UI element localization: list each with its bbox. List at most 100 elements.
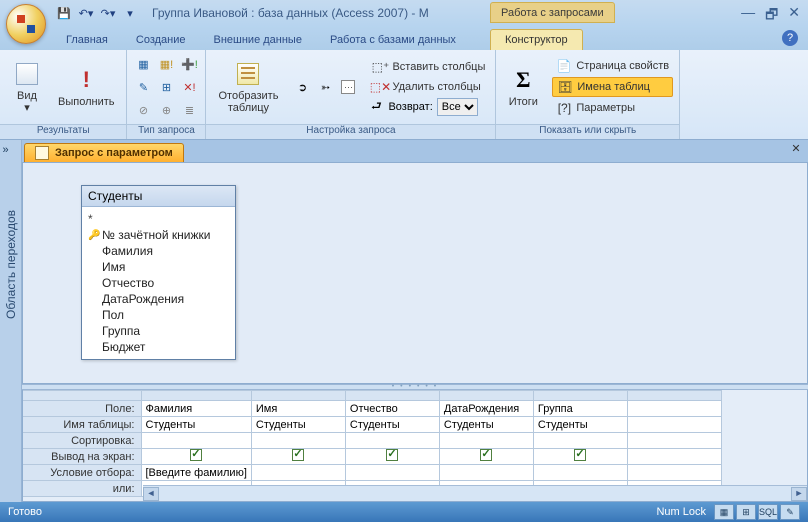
property-sheet-button[interactable]: 📄 Страница свойств — [552, 57, 673, 75]
return-select[interactable]: Все — [437, 98, 478, 116]
grid-cell[interactable] — [439, 449, 533, 465]
grid-row-header: Имя таблицы: — [23, 417, 141, 433]
grid-cell[interactable]: [Введите фамилию] — [141, 465, 251, 481]
field-item[interactable]: Отчество — [84, 275, 233, 291]
grid-cell[interactable]: Отчество — [345, 401, 439, 417]
redo-icon[interactable]: ↷▾ — [100, 5, 116, 21]
column-selector[interactable] — [141, 391, 251, 401]
restore-button[interactable]: 🗗 — [765, 4, 778, 28]
grid-cell[interactable]: Фамилия — [141, 401, 251, 417]
grid-cell[interactable]: Группа — [533, 401, 627, 417]
show-table-button[interactable]: Отобразить таблицу — [212, 58, 284, 116]
design-surface[interactable]: Студенты *🔑№ зачётной книжкиФамилияИмяОт… — [22, 162, 808, 384]
grid-cell[interactable]: Студенты — [251, 417, 345, 433]
make-table-icon[interactable]: ▦! — [156, 54, 176, 74]
save-icon[interactable]: 💾 — [56, 5, 72, 21]
column-selector[interactable] — [345, 391, 439, 401]
table-names-icon: 🗄 — [557, 79, 573, 95]
table-names-button[interactable]: 🗄 Имена таблиц — [552, 77, 673, 97]
delete-query-icon[interactable]: ✕! — [179, 77, 199, 97]
undo-icon[interactable]: ↶▾ — [78, 5, 94, 21]
field-item[interactable]: Имя — [84, 259, 233, 275]
grid-cell[interactable] — [141, 449, 251, 465]
passthrough-query-icon[interactable]: ⊕ — [156, 100, 176, 120]
qbQBE-grid[interactable]: Поле:ФамилияИмяОтчествоДатаРожденияГрупп… — [22, 390, 808, 502]
field-item[interactable]: Бюджет — [84, 339, 233, 355]
append-query-icon[interactable]: ➕! — [179, 54, 199, 74]
insert-rows-icon[interactable]: ➲ — [292, 77, 312, 97]
column-selector[interactable] — [627, 391, 721, 401]
status-bar: Готово Num Lock ▦ ⊞ SQL ✎ — [0, 502, 808, 522]
field-item[interactable]: Фамилия — [84, 243, 233, 259]
builder-button[interactable]: ⋯ — [338, 77, 358, 97]
close-button[interactable]: ✕ — [788, 4, 800, 28]
grid-cell[interactable] — [439, 465, 533, 481]
close-tab-icon[interactable]: ✕ — [788, 142, 804, 158]
field-item[interactable]: Группа — [84, 323, 233, 339]
grid-cell[interactable]: Студенты — [533, 417, 627, 433]
field-item[interactable]: Пол — [84, 307, 233, 323]
datasheet-view-button[interactable]: ▦ — [714, 504, 734, 520]
tab-dbtools[interactable]: Работа с базами данных — [316, 30, 470, 50]
tab-create[interactable]: Создание — [122, 30, 200, 50]
grid-cell[interactable]: Студенты — [439, 417, 533, 433]
scroll-right-icon[interactable]: ► — [791, 487, 807, 501]
qat-customize-icon[interactable]: ▾ — [122, 5, 138, 21]
table-field-list[interactable]: Студенты *🔑№ зачётной книжкиФамилияИмяОт… — [81, 185, 236, 360]
totals-button[interactable]: Σ Итоги — [502, 64, 544, 110]
show-checkbox[interactable] — [386, 449, 398, 461]
minimize-button[interactable]: — — [741, 4, 755, 28]
grid-cell[interactable]: Имя — [251, 401, 345, 417]
expand-nav-icon[interactable]: » — [3, 144, 19, 160]
sql-view-button[interactable]: SQL — [758, 504, 778, 520]
grid-row-header: Вывод на экран: — [23, 449, 141, 465]
grid-cell[interactable] — [251, 449, 345, 465]
show-checkbox[interactable] — [574, 449, 586, 461]
horizontal-scrollbar[interactable]: ◄ ► — [143, 485, 807, 501]
show-checkbox[interactable] — [190, 449, 202, 461]
field-item[interactable]: 🔑№ зачётной книжки — [84, 227, 233, 243]
grid-cell[interactable]: ДатаРождения — [439, 401, 533, 417]
group-querysetup: Настройка запроса — [206, 124, 495, 139]
crosstab-query-icon[interactable]: ⊞ — [156, 77, 176, 97]
grid-cell[interactable] — [345, 449, 439, 465]
tab-design[interactable]: Конструктор — [490, 29, 583, 50]
tab-external[interactable]: Внешние данные — [200, 30, 316, 50]
ribbon: Вид▾ ! Выполнить Результаты ▦ ▦! ➕! ✎ ⊞ … — [0, 50, 808, 140]
grid-cell[interactable] — [533, 449, 627, 465]
delete-rows-icon[interactable]: ➳ — [315, 77, 335, 97]
union-query-icon[interactable]: ⊘ — [133, 100, 153, 120]
column-selector[interactable] — [251, 391, 345, 401]
office-button[interactable] — [6, 4, 46, 44]
select-query-icon[interactable]: ▦ — [133, 54, 153, 74]
grid-cell[interactable] — [533, 465, 627, 481]
pivot-view-button[interactable]: ⊞ — [736, 504, 756, 520]
ddl-query-icon[interactable]: ≣ — [179, 100, 199, 120]
delete-columns-button[interactable]: ⬚✕ Удалить столбцы — [368, 78, 489, 96]
run-button[interactable]: ! Выполнить — [52, 64, 120, 110]
parameters-button[interactable]: [?] Параметры — [552, 99, 673, 117]
grid-cell[interactable]: Студенты — [345, 417, 439, 433]
run-icon: ! — [71, 66, 101, 94]
grid-cell[interactable] — [251, 465, 345, 481]
navigation-pane[interactable]: » Область переходов — [0, 140, 22, 502]
grid-cell[interactable]: Студенты — [141, 417, 251, 433]
column-selector[interactable] — [439, 391, 533, 401]
scroll-left-icon[interactable]: ◄ — [143, 487, 159, 501]
view-button[interactable]: Вид▾ — [6, 58, 48, 116]
query-tab[interactable]: Запрос с параметром — [24, 143, 184, 162]
show-checkbox[interactable] — [480, 449, 492, 461]
field-item[interactable]: ДатаРождения — [84, 291, 233, 307]
nav-pane-title: Область переходов — [4, 210, 18, 319]
numlock-indicator: Num Lock — [656, 506, 706, 518]
tab-home[interactable]: Главная — [52, 30, 122, 50]
design-view-button[interactable]: ✎ — [780, 504, 800, 520]
grid-cell[interactable] — [345, 465, 439, 481]
column-selector[interactable] — [533, 391, 627, 401]
insert-columns-button[interactable]: ⬚⁺ Вставить столбцы — [368, 58, 489, 76]
table-title: Студенты — [82, 186, 235, 207]
update-query-icon[interactable]: ✎ — [133, 77, 153, 97]
show-checkbox[interactable] — [292, 449, 304, 461]
field-star[interactable]: * — [84, 211, 233, 227]
help-icon[interactable]: ? — [782, 30, 798, 46]
